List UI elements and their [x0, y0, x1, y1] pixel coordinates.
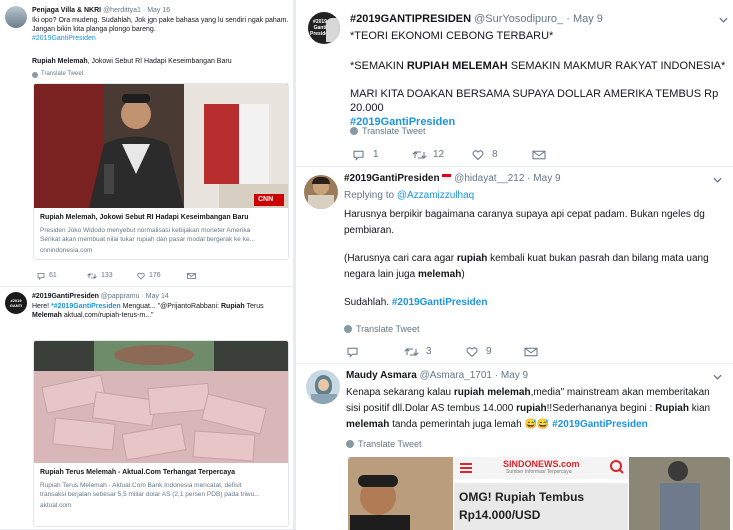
tweet-text-line: Jangan bikin kita planga plongo bareng.: [32, 26, 156, 33]
retweet-button[interactable]: 12: [412, 148, 472, 162]
indonesia-flag-icon: [442, 174, 452, 180]
envelope-icon: [187, 272, 196, 279]
reply-button[interactable]: [346, 346, 404, 358]
news-headline: Rp14.000/USD: [459, 508, 541, 522]
user-handle[interactable]: @pappramu: [101, 293, 140, 300]
tweet-text: Kenapa sekarang kalau rupiah melemah,med…: [346, 387, 711, 430]
user-handle[interactable]: @SurYosodipuro_: [474, 13, 563, 25]
translate-tweet-link[interactable]: Translate Tweet: [32, 70, 83, 79]
tweet-image[interactable]: SINDONEWS.com Sumber Informasi Terpercay…: [348, 457, 730, 530]
tweet-b: #2019 GANTI #2019GantiPresiden @pappramu…: [0, 287, 293, 529]
tweet-c: #2019 Ganti Presiden #2019GANTIPRESIDEN …: [296, 0, 733, 166]
card-domain: aktual.com: [40, 502, 72, 509]
user-name[interactable]: Penjaga Villa & NKRI: [32, 7, 101, 14]
avatar[interactable]: [304, 175, 338, 209]
avatar[interactable]: [306, 370, 340, 404]
translate-tweet-link[interactable]: Translate Tweet: [346, 436, 422, 452]
hashtag-link[interactable]: #2019GantiPresiden: [552, 419, 648, 430]
tweet-date[interactable]: May 14: [146, 293, 169, 300]
retweet-icon: [412, 151, 427, 159]
cnn-logo: CNN: [258, 196, 274, 203]
avatar[interactable]: #2019 GANTI: [5, 292, 27, 314]
retweet-button[interactable]: 3: [404, 344, 466, 360]
sindonews-tagline: Sumber Informasi Terpercaya: [506, 469, 572, 475]
link-card[interactable]: Rupiah Terus Melemah - Aktual.Com Terhan…: [33, 340, 289, 527]
tweet-date[interactable]: May 9: [533, 173, 560, 184]
tweet-date[interactable]: May 9: [573, 13, 603, 25]
keyword-highlight: Rupiah Melemah: [32, 58, 88, 65]
link-card[interactable]: CNN Rupiah Melemah, Jokowi Sebut RI Hada…: [33, 83, 289, 260]
tweet-text: *TEORI EKONOMI CEBONG TERBARU* *SEMAKIN …: [350, 29, 730, 129]
hashtag-link[interactable]: #2019GantiPresiden: [392, 297, 488, 308]
emoji: 😅😅: [524, 419, 550, 430]
tweet-d: #2019GantiPresiden @hidayat__212 · May 9…: [296, 166, 733, 364]
user-handle[interactable]: @hidayat__212: [454, 173, 524, 184]
card-photo: [34, 341, 288, 463]
reply-icon: [37, 272, 45, 280]
card-domain: cnnindonesia.com: [40, 247, 93, 254]
globe-icon: [346, 440, 354, 448]
heart-icon: [466, 347, 478, 358]
hashtag-link[interactable]: #2019GantiPresiden: [32, 34, 290, 43]
heart-icon: [137, 272, 145, 280]
heart-icon: [472, 150, 484, 161]
translate-tweet-link[interactable]: Translate Tweet: [350, 124, 426, 138]
like-button[interactable]: 8: [472, 148, 532, 162]
tweet-text: Harusnya berpikir bagaimana caranya supa…: [344, 209, 709, 308]
envelope-icon: [524, 347, 538, 357]
like-button[interactable]: 9: [466, 344, 524, 360]
message-button[interactable]: [524, 346, 538, 358]
card-description: Rupiah Terus Melemah - Aktual.Com Bank I…: [40, 482, 242, 489]
retweet-icon: [87, 272, 97, 279]
envelope-icon: [532, 150, 546, 160]
user-name[interactable]: #2019GANTIPRESIDEN: [350, 13, 471, 25]
chevron-down-icon[interactable]: [713, 374, 722, 380]
reply-icon: [353, 150, 364, 161]
news-headline: OMG! Rupiah Tembus: [459, 490, 585, 504]
tweet-text: Here! *#2019GantiPresiden Menguat... "@P…: [32, 303, 264, 319]
globe-icon: [32, 71, 38, 78]
tweet-text-line: Iki opo? Ora mudeng. Sudahlah, Jok jgn p…: [32, 17, 289, 24]
user-handle[interactable]: @Asmara_1701: [420, 370, 492, 381]
tweet-a: Penjaga Villa & NKRI @herdittya1 · May 1…: [0, 0, 293, 286]
reply-button[interactable]: 61: [37, 271, 87, 280]
user-name[interactable]: #2019GantiPresiden: [32, 293, 99, 300]
card-title: Rupiah Terus Melemah - Aktual.Com Terhan…: [40, 469, 236, 476]
user-name[interactable]: Maudy Asmara: [346, 370, 417, 381]
chevron-down-icon[interactable]: [713, 177, 722, 183]
tweet-e: Maudy Asmara @Asmara_1701 · May 9 Kenapa…: [296, 363, 733, 530]
card-description: Serikat akan membuat nilai tukar rupiah …: [40, 236, 255, 243]
reply-icon: [347, 347, 358, 358]
message-button[interactable]: [532, 149, 546, 161]
chevron-down-icon[interactable]: [719, 17, 728, 23]
user-handle[interactable]: @herdittya1: [103, 7, 141, 14]
retweet-button[interactable]: 133: [87, 271, 137, 280]
retweet-icon: [404, 348, 419, 356]
translate-tweet-link[interactable]: Translate Tweet: [344, 321, 420, 337]
card-title: Rupiah Melemah, Jokowi Sebut RI Hadapi K…: [40, 214, 249, 221]
avatar[interactable]: #2019 Ganti Presiden: [308, 12, 340, 44]
reply-button[interactable]: 1: [352, 148, 412, 162]
tweet-date[interactable]: May 16: [147, 7, 170, 14]
card-description: transaksi berjalan sebesar 5,5 miliar do…: [40, 491, 260, 498]
message-button[interactable]: [187, 272, 196, 280]
hashtag-link[interactable]: *#2019GantiPresiden: [51, 303, 121, 310]
like-button[interactable]: 176: [137, 271, 187, 280]
tweet-date[interactable]: May 9: [501, 370, 528, 381]
card-photo: [34, 84, 288, 208]
globe-icon: [350, 127, 358, 135]
avatar[interactable]: [5, 6, 27, 28]
card-description: Presiden Joko Widodo menyebut normalisas…: [40, 227, 251, 234]
user-name[interactable]: #2019GantiPresiden: [344, 173, 440, 184]
replying-to-link[interactable]: @Azzamizzulhaq: [397, 190, 474, 201]
globe-icon: [344, 325, 352, 333]
tweet-text-line: , Jokowi Sebut RI Hadapi Keseimbangan Ba…: [87, 58, 232, 65]
